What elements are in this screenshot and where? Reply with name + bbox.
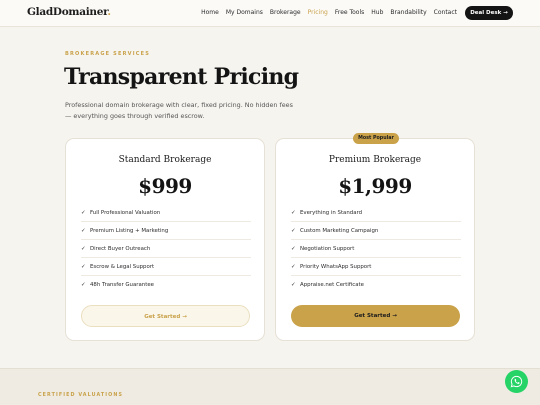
feature-item: ✓ Everything in Standard: [291, 204, 461, 222]
feature-label: Premium Listing + Marketing: [90, 227, 169, 234]
valuations-section: [0, 368, 540, 405]
check-icon: ✓: [291, 263, 296, 270]
check-icon: ✓: [291, 245, 296, 252]
site-logo[interactable]: GladDomainer.: [27, 6, 111, 18]
feature-item: ✓ Full Professional Valuation: [81, 204, 251, 222]
plan-price: $999: [138, 174, 192, 198]
feature-item: ✓ 48h Transfer Guarantee: [81, 276, 251, 294]
plan-name: Premium Brokerage: [328, 155, 422, 165]
check-icon: ✓: [81, 227, 86, 234]
nav-contact[interactable]: Contact: [434, 9, 457, 16]
nav-free-tools[interactable]: Free Tools: [335, 9, 364, 16]
nav-hub[interactable]: Hub: [371, 9, 383, 16]
feature-item: ✓ Direct Buyer Outreach: [81, 240, 251, 258]
plan-price: $1,999: [338, 174, 412, 198]
feature-label: Direct Buyer Outreach: [90, 245, 151, 252]
feature-item: ✓ Negotiation Support: [291, 240, 461, 258]
check-icon: ✓: [81, 282, 86, 288]
nav-my-domains[interactable]: My Domains: [226, 9, 263, 16]
feature-item: ✓ Custom Marketing Campaign: [291, 222, 461, 240]
most-popular-badge: Most Popular: [353, 133, 399, 144]
section-eyebrow: CERTIFIED VALUATIONS: [38, 393, 123, 398]
check-icon: ✓: [81, 245, 86, 252]
nav-brokerage[interactable]: Brokerage: [270, 9, 301, 16]
check-icon: ✓: [81, 263, 86, 270]
logo-text: GladDomainer: [27, 6, 108, 18]
deal-desk-button[interactable]: Deal Desk →: [465, 6, 513, 20]
check-icon: ✓: [81, 209, 86, 216]
check-icon: ✓: [291, 282, 296, 288]
check-icon: ✓: [291, 227, 296, 234]
feature-label: Escrow & Legal Support: [90, 263, 155, 270]
feature-item: ✓ Escrow & Legal Support: [81, 258, 251, 276]
feature-item: ✓ Appraise.net Certificate: [291, 276, 461, 294]
premium-plan-card: Most Popular Premium Brokerage $1,999 ✓ E…: [275, 133, 475, 341]
standard-get-started-button[interactable]: Get Started →: [81, 305, 250, 327]
whatsapp-chat-button[interactable]: [505, 370, 528, 393]
hero-eyebrow: BROKERAGE SERVICES: [65, 51, 151, 57]
feature-label: Full Professional Valuation: [90, 209, 161, 216]
feature-label: Negotiation Support: [300, 245, 355, 252]
nav-pricing[interactable]: Pricing: [308, 9, 328, 16]
top-navigation-bar: GladDomainer. Home My Domains Brokerage …: [0, 0, 540, 27]
premium-get-started-button[interactable]: Get Started →: [291, 305, 460, 327]
nav-brandability[interactable]: Brandability: [390, 9, 426, 16]
logo-dot: .: [107, 6, 111, 18]
check-icon: ✓: [291, 209, 296, 216]
nav-home[interactable]: Home: [201, 9, 219, 16]
feature-label: 48h Transfer Guarantee: [90, 282, 154, 288]
page-title: Transparent Pricing: [64, 64, 299, 90]
feature-label: Priority WhatsApp Support: [300, 263, 372, 270]
standard-plan-card: Standard Brokerage $999 ✓ Full Profession…: [65, 138, 265, 341]
feature-item: ✓ Priority WhatsApp Support: [291, 258, 461, 276]
feature-label: Custom Marketing Campaign: [300, 227, 379, 234]
feature-item: ✓ Premium Listing + Marketing: [81, 222, 251, 240]
feature-list: ✓ Full Professional Valuation ✓ Premium Li…: [81, 204, 251, 294]
whatsapp-icon: [510, 375, 523, 388]
feature-label: Everything in Standard: [300, 209, 363, 216]
feature-list: ✓ Everything in Standard ✓ Custom Marketin…: [291, 204, 461, 294]
hero-description: Professional domain brokerage with clear…: [65, 101, 293, 120]
feature-label: Appraise.net Certificate: [300, 282, 364, 288]
plan-name: Standard Brokerage: [118, 155, 212, 165]
main-nav: Home My Domains Brokerage Pricing Free T…: [201, 9, 457, 16]
